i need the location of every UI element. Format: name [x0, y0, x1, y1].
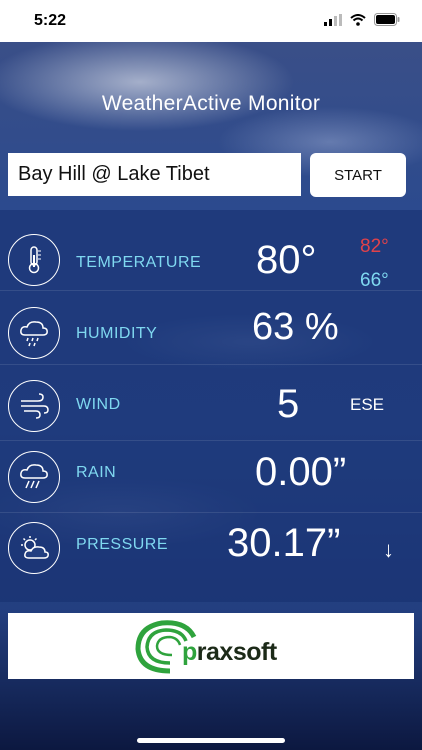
sponsor-banner[interactable]: praxsoft — [8, 613, 414, 679]
rain-label: RAIN — [76, 464, 117, 481]
home-indicator[interactable] — [137, 738, 285, 743]
partly-cloudy-icon — [8, 522, 60, 574]
wind-icon — [8, 380, 60, 432]
app-title: WeatherActive Monitor — [101, 92, 321, 115]
temperature-label: TEMPERATURE — [76, 254, 202, 271]
location-input[interactable] — [8, 153, 301, 196]
status-icons — [324, 13, 400, 26]
humidity-label: HUMIDITY — [76, 325, 158, 342]
wifi-icon — [350, 13, 366, 26]
humidity-row: HUMIDITY 63 % — [0, 292, 422, 365]
sponsor-brand-prefix: p — [182, 638, 197, 666]
sponsor-brand-rest: raxsoft — [196, 638, 277, 666]
pressure-trend-arrow: ↓ — [383, 537, 394, 562]
sponsor-brand: praxsoft — [182, 638, 277, 667]
temperature-low: 66° — [360, 270, 389, 291]
battery-icon — [374, 13, 400, 26]
wind-label: WIND — [76, 396, 121, 413]
thermometer-icon — [8, 234, 60, 286]
start-button[interactable]: START — [310, 153, 406, 197]
pressure-label: PRESSURE — [76, 536, 169, 553]
status-bar: 5:22 — [0, 0, 422, 42]
rain-row: RAIN 0.00” — [0, 440, 422, 513]
temperature-high: 82° — [360, 236, 389, 257]
cloud-rain-icon — [8, 451, 60, 503]
wind-value: 5 — [277, 382, 300, 426]
humidity-value: 63 % — [252, 306, 339, 348]
signal-icon — [324, 13, 342, 26]
rain-value: 0.00” — [255, 450, 347, 494]
pressure-row: PRESSURE 30.17” — [0, 512, 422, 584]
temperature-value: 80° — [256, 238, 317, 282]
pressure-value: 30.17” — [227, 521, 341, 565]
temperature-row: TEMPERATURE 80° — [0, 218, 422, 291]
wind-direction: ESE — [350, 395, 385, 414]
status-time: 5:22 — [34, 12, 67, 29]
cloud-drizzle-icon — [8, 307, 60, 359]
